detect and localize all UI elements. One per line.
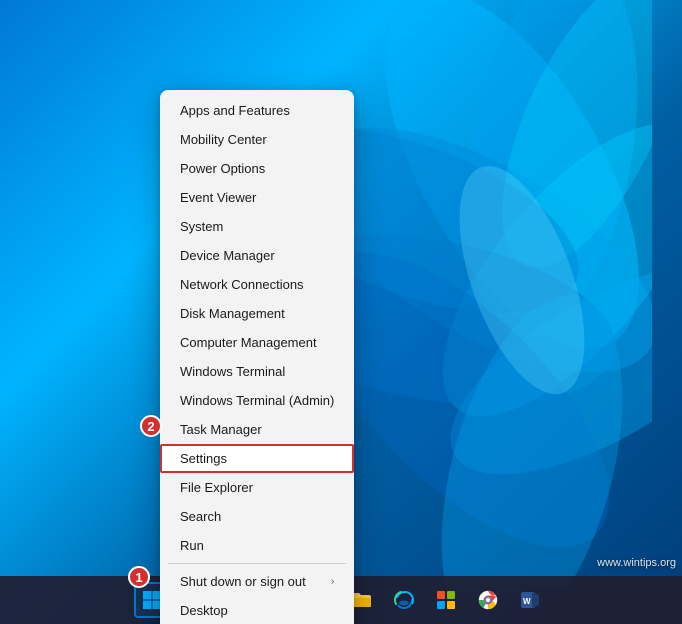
edge-icon bbox=[393, 589, 415, 611]
menu-item-windows-terminal[interactable]: Windows Terminal bbox=[160, 357, 354, 386]
store-icon bbox=[435, 589, 457, 611]
menu-item-label: Windows Terminal bbox=[180, 364, 285, 379]
chrome-icon bbox=[477, 589, 499, 611]
folder-icon bbox=[351, 589, 373, 611]
menu-item-shut-down-or-sign-out[interactable]: Shut down or sign out › bbox=[160, 567, 354, 596]
menu-item-power-options[interactable]: Power Options bbox=[160, 154, 354, 183]
menu-item-label: Desktop bbox=[180, 603, 228, 618]
menu-item-computer-management[interactable]: Computer Management bbox=[160, 328, 354, 357]
menu-item-device-manager[interactable]: Device Manager bbox=[160, 241, 354, 270]
menu-item-network-connections[interactable]: Network Connections bbox=[160, 270, 354, 299]
menu-item-label: Settings bbox=[180, 451, 227, 466]
menu-item-label: Search bbox=[180, 509, 221, 524]
menu-item-label: Computer Management bbox=[180, 335, 317, 350]
menu-item-label: Network Connections bbox=[180, 277, 304, 292]
menu-item-search[interactable]: Search bbox=[160, 502, 354, 531]
submenu-chevron-icon: › bbox=[331, 576, 334, 587]
badge-2: 2 bbox=[140, 415, 162, 437]
menu-item-desktop[interactable]: Desktop bbox=[160, 596, 354, 624]
menu-item-disk-management[interactable]: Disk Management bbox=[160, 299, 354, 328]
menu-item-label: System bbox=[180, 219, 223, 234]
word-button[interactable]: W bbox=[512, 582, 548, 618]
edge-button[interactable] bbox=[386, 582, 422, 618]
menu-item-label: Apps and Features bbox=[180, 103, 290, 118]
menu-item-windows-terminal-admin[interactable]: Windows Terminal (Admin) bbox=[160, 386, 354, 415]
menu-item-label: Event Viewer bbox=[180, 190, 256, 205]
badge-1: 1 bbox=[128, 566, 150, 588]
menu-item-event-viewer[interactable]: Event Viewer bbox=[160, 183, 354, 212]
watermark: www.wintips.org bbox=[597, 557, 676, 569]
menu-item-label: Disk Management bbox=[180, 306, 285, 321]
menu-item-system[interactable]: System bbox=[160, 212, 354, 241]
desktop: Apps and Features Mobility Center Power Op… bbox=[0, 0, 682, 624]
menu-item-apps-and-features[interactable]: Apps and Features bbox=[160, 96, 354, 125]
menu-item-label: Power Options bbox=[180, 161, 265, 176]
menu-item-label: Windows Terminal (Admin) bbox=[180, 393, 334, 408]
store-button[interactable] bbox=[428, 582, 464, 618]
menu-item-label: Device Manager bbox=[180, 248, 275, 263]
svg-text:W: W bbox=[523, 597, 531, 606]
menu-item-label: Mobility Center bbox=[180, 132, 267, 147]
menu-item-file-explorer[interactable]: File Explorer bbox=[160, 473, 354, 502]
menu-item-mobility-center[interactable]: Mobility Center bbox=[160, 125, 354, 154]
menu-item-settings[interactable]: Settings bbox=[160, 444, 354, 473]
menu-item-label: Task Manager bbox=[180, 422, 262, 437]
menu-item-label: File Explorer bbox=[180, 480, 253, 495]
menu-item-run[interactable]: Run bbox=[160, 531, 354, 560]
menu-item-label: Run bbox=[180, 538, 204, 553]
menu-item-task-manager[interactable]: Task Manager bbox=[160, 415, 354, 444]
word-icon: W bbox=[519, 589, 541, 611]
menu-item-label: Shut down or sign out bbox=[180, 574, 306, 589]
menu-divider bbox=[168, 563, 346, 564]
chrome-button[interactable] bbox=[470, 582, 506, 618]
context-menu: Apps and Features Mobility Center Power Op… bbox=[160, 90, 354, 624]
